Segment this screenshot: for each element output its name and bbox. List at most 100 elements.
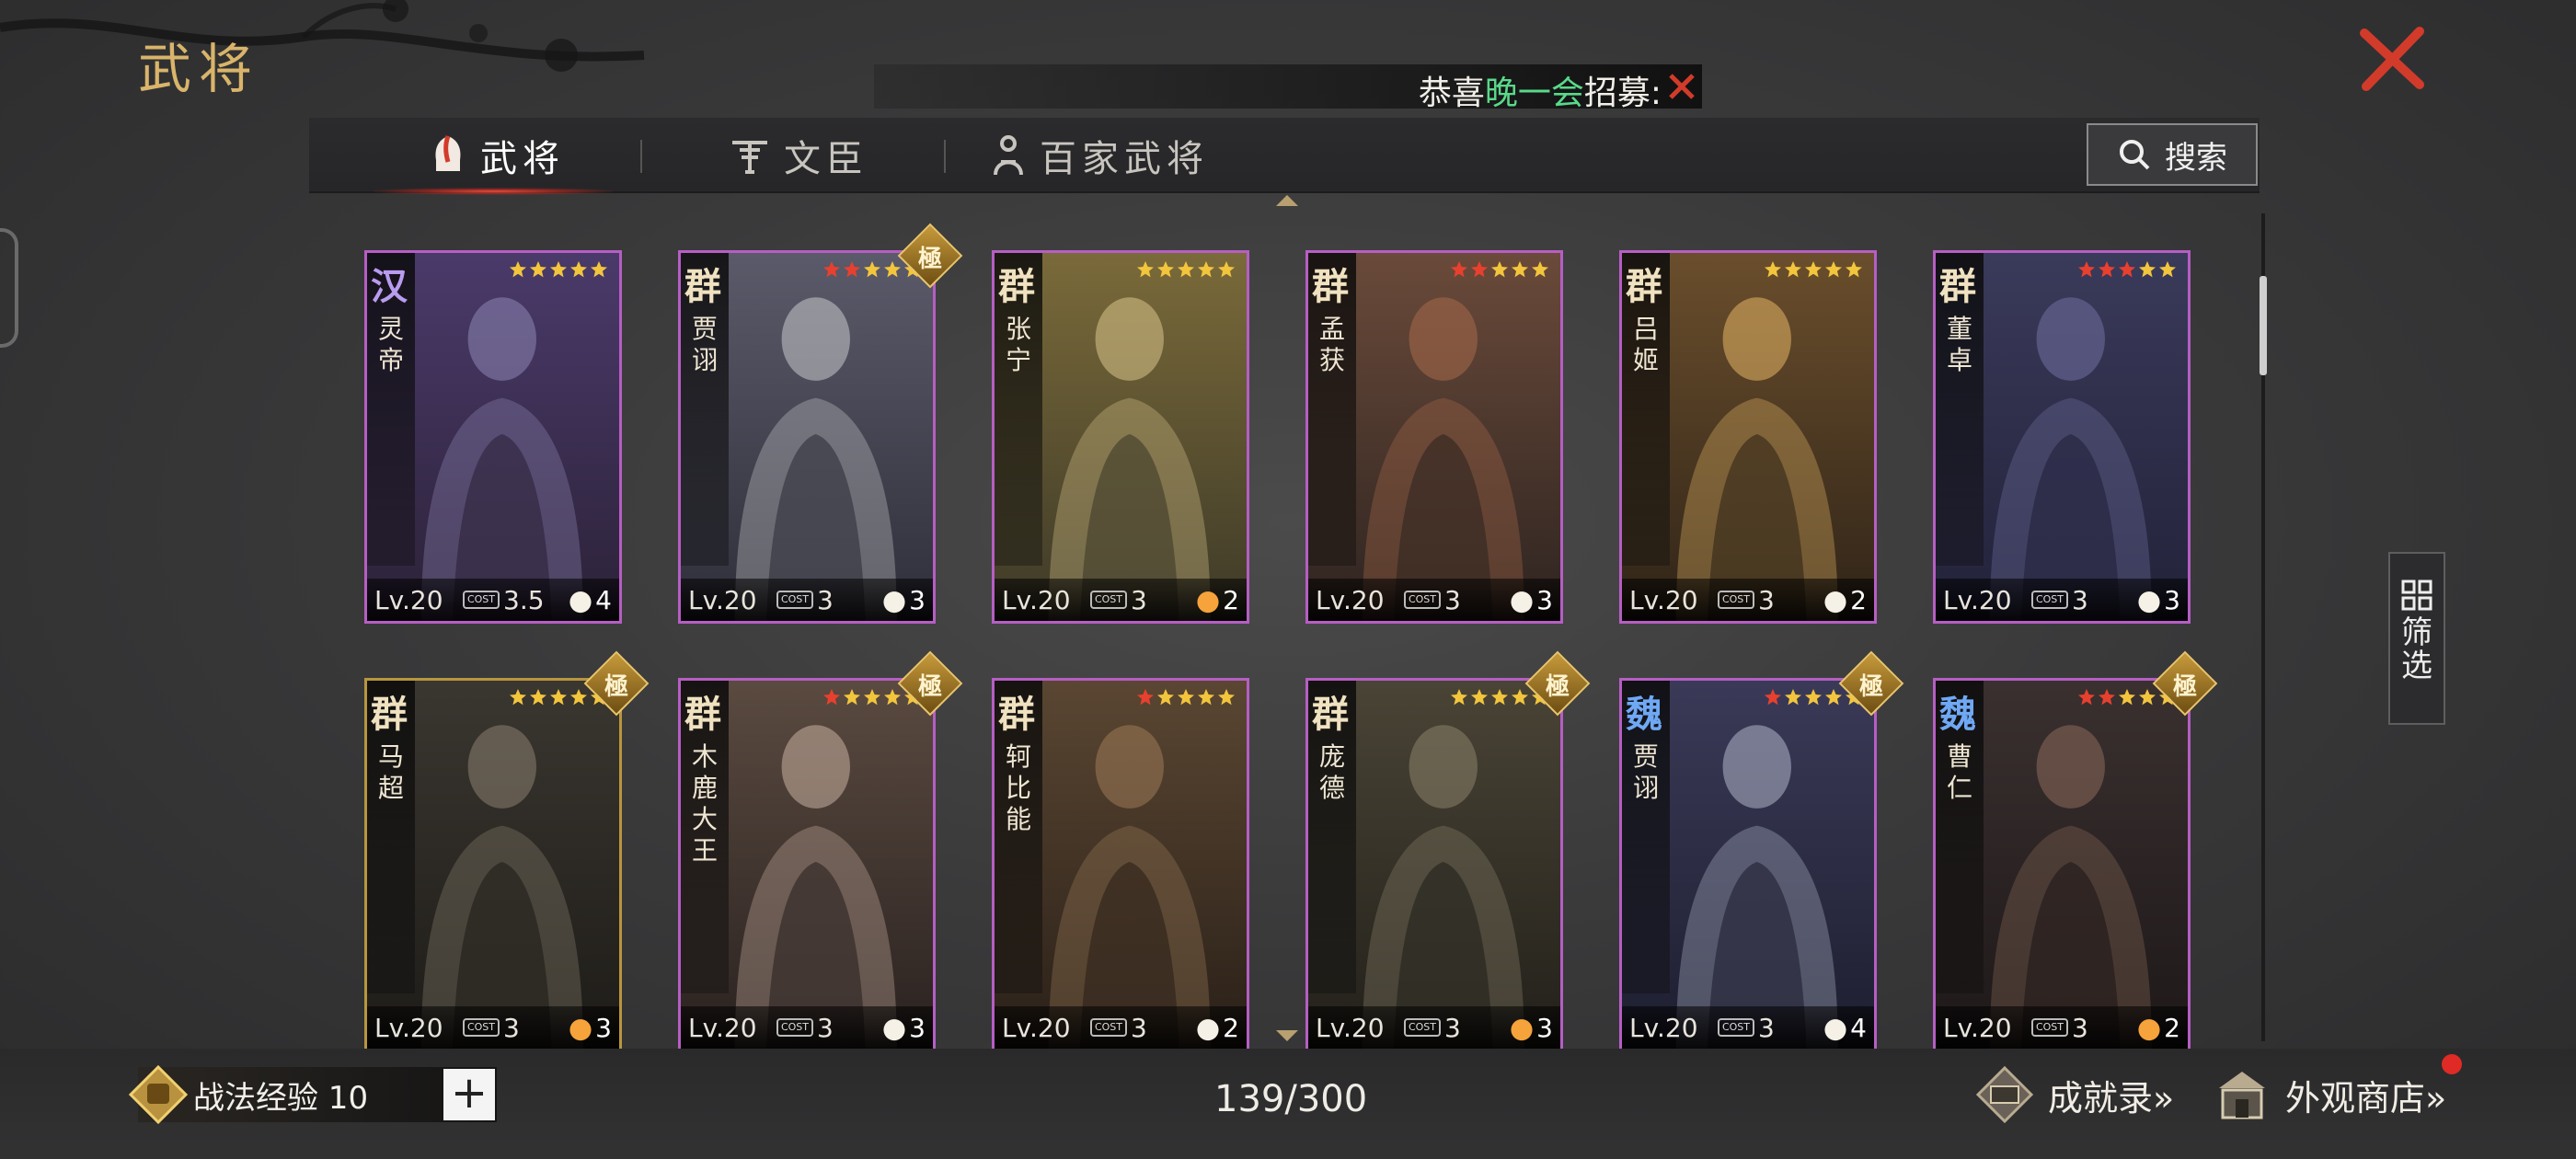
extreme-badge-label: 極 bbox=[604, 673, 628, 701]
star-icon bbox=[1178, 689, 1194, 706]
bow-icon bbox=[564, 582, 597, 615]
star-icon bbox=[1785, 261, 1801, 278]
tab-generals[interactable]: 武将 bbox=[429, 118, 565, 193]
star-icon bbox=[2119, 689, 2135, 706]
general-level: Lv.20 bbox=[1943, 1012, 2012, 1043]
shield-icon bbox=[1819, 582, 1852, 615]
shield-icon bbox=[878, 582, 911, 615]
cost-icon: COST bbox=[463, 1018, 500, 1037]
star-icon bbox=[823, 261, 840, 278]
filter-label: 筛选 bbox=[2401, 614, 2432, 684]
sage-icon bbox=[994, 135, 1023, 176]
star-icon bbox=[510, 261, 526, 278]
star-rating bbox=[2077, 260, 2177, 279]
faction-label: 魏 bbox=[1939, 693, 1976, 736]
extreme-badge-label: 極 bbox=[917, 673, 942, 701]
star-icon bbox=[823, 689, 840, 706]
star-icon bbox=[1785, 689, 1801, 706]
extreme-badge-label: 極 bbox=[1545, 673, 1570, 701]
star-icon bbox=[2099, 261, 2115, 278]
general-card[interactable]: 汉灵帝 Lv.20 COST 3.5 4 bbox=[364, 250, 622, 624]
notification-dot bbox=[2442, 1054, 2462, 1074]
star-icon bbox=[884, 261, 901, 278]
faction-label: 魏 bbox=[1626, 693, 1662, 736]
star-icon bbox=[1137, 261, 1154, 278]
general-card[interactable]: 群吕姬 Lv.20 COST 3 2 bbox=[1619, 250, 1877, 624]
general-name: 吕姬 bbox=[1632, 314, 1659, 375]
general-name: 张宁 bbox=[1005, 314, 1031, 375]
general-card[interactable]: 群张宁 Lv.20 COST 3 2 bbox=[992, 250, 1249, 624]
horse-icon bbox=[2133, 582, 2166, 615]
general-card[interactable]: 群董卓 Lv.20 COST 3 3 bbox=[1933, 250, 2191, 624]
troop-value: 4 bbox=[1850, 1013, 1867, 1043]
general-card[interactable]: 群孟获 Lv.20 COST 3 3 bbox=[1305, 250, 1563, 624]
general-card[interactable]: 魏曹仁極 Lv.20 COST 3 2 bbox=[1933, 650, 2218, 1049]
star-icon bbox=[2099, 689, 2115, 706]
notice-close-icon[interactable] bbox=[1662, 64, 1702, 109]
star-icon bbox=[1765, 689, 1781, 706]
star-icon bbox=[1765, 261, 1781, 278]
star-icon bbox=[1218, 689, 1235, 706]
scrollbar-thumb[interactable] bbox=[2260, 276, 2267, 375]
search-button[interactable]: 搜索 bbox=[2087, 123, 2258, 186]
star-icon bbox=[1198, 261, 1214, 278]
star-icon bbox=[1512, 689, 1528, 706]
page-title: 武将 bbox=[138, 38, 260, 100]
faction-label: 群 bbox=[998, 265, 1035, 308]
tab-bar: 武将 文臣 百家武将 搜索 bbox=[309, 118, 2260, 195]
star-icon bbox=[530, 261, 546, 278]
faction-label: 群 bbox=[1939, 265, 1976, 308]
general-level: Lv.20 bbox=[1943, 584, 2012, 615]
achievements-button[interactable]: 成就录» bbox=[1974, 1065, 2174, 1124]
star-icon bbox=[1532, 261, 1548, 278]
fire-icon bbox=[2133, 1010, 2166, 1043]
side-drawer-handle[interactable] bbox=[0, 228, 18, 348]
active-tab-indicator bbox=[374, 188, 613, 195]
star-icon bbox=[1805, 689, 1822, 706]
close-icon[interactable] bbox=[2355, 26, 2429, 92]
star-icon bbox=[1198, 689, 1214, 706]
general-card[interactable]: 群轲比能 Lv.20 COST 3 2 bbox=[992, 678, 1249, 1049]
tab-ministers[interactable]: 文臣 bbox=[729, 118, 868, 193]
troop-value: 2 bbox=[2164, 1013, 2180, 1043]
star-icon bbox=[2078, 689, 2095, 706]
general-card[interactable]: 魏贾诩極 Lv.20 COST 3 4 bbox=[1619, 650, 1904, 1049]
extreme-badge-label: 極 bbox=[1858, 673, 1883, 701]
general-name: 马超 bbox=[377, 741, 404, 803]
general-card[interactable]: 群马超極 Lv.20 COST 3 3 bbox=[364, 650, 650, 1049]
star-icon bbox=[1805, 261, 1822, 278]
tab-hundred-schools[interactable]: 百家武将 bbox=[990, 118, 1209, 193]
star-rating bbox=[1136, 260, 1236, 279]
appearance-shop-button[interactable]: 外观商店» bbox=[2212, 1065, 2446, 1124]
general-card[interactable]: 群木鹿大王極 Lv.20 COST 3 3 bbox=[678, 650, 963, 1049]
fire-icon bbox=[1191, 582, 1225, 615]
shield-icon bbox=[1505, 582, 1538, 615]
general-name: 轲比能 bbox=[1005, 741, 1031, 834]
fist-icon bbox=[129, 1065, 188, 1124]
filter-button[interactable]: 筛选 bbox=[2388, 552, 2445, 725]
recruit-notice: 恭喜晚一会招募: bbox=[874, 64, 1702, 109]
cost-icon: COST bbox=[1404, 1018, 1441, 1037]
faction-label: 群 bbox=[1312, 693, 1349, 736]
add-exp-button[interactable]: + bbox=[443, 1069, 495, 1120]
faction-label: 群 bbox=[1312, 265, 1349, 308]
scholar-icon bbox=[732, 141, 767, 174]
scroll-up-icon bbox=[1276, 195, 1298, 206]
bow-icon bbox=[1819, 1010, 1852, 1043]
general-level: Lv.20 bbox=[374, 584, 443, 615]
troop-value: 3 bbox=[1536, 1013, 1553, 1043]
general-card[interactable]: 群庞德極 Lv.20 COST 3 3 bbox=[1305, 650, 1591, 1049]
star-icon bbox=[550, 261, 567, 278]
star-icon bbox=[1825, 689, 1842, 706]
scroll-down-icon bbox=[1276, 1030, 1298, 1041]
general-name: 贾诩 bbox=[691, 314, 718, 375]
star-icon bbox=[510, 689, 526, 706]
star-icon bbox=[1451, 261, 1467, 278]
troop-value: 3 bbox=[1536, 585, 1553, 615]
general-level: Lv.20 bbox=[1629, 584, 1698, 615]
troop-value: 3 bbox=[909, 1013, 926, 1043]
star-icon bbox=[844, 689, 860, 706]
general-card[interactable]: 群贾诩極 Lv.20 COST 3 3 bbox=[678, 223, 963, 624]
cost-icon: COST bbox=[1404, 591, 1441, 609]
star-icon bbox=[1846, 261, 1862, 278]
